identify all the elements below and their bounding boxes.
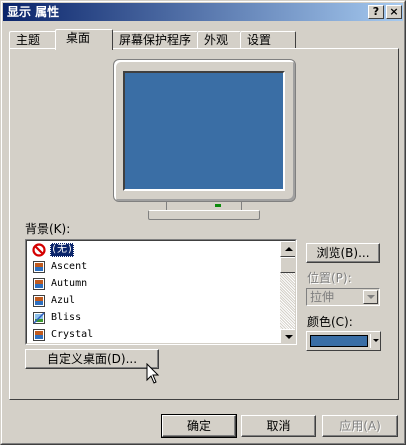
help-button[interactable]: ? [368,5,384,19]
image-file-icon [33,261,45,273]
list-item-label: Bliss [51,312,82,323]
background-label: 背景(K): [25,222,71,236]
position-dropdown-button[interactable] [363,290,378,304]
color-picker-button[interactable] [306,331,381,351]
title-bar[interactable]: 显示 属性 ? × [3,3,403,21]
apply-button[interactable]: 应用(A) [322,415,398,437]
image-file-icon [33,295,45,307]
no-symbol-icon [32,243,46,257]
background-listbox[interactable]: (无) Ascent Autumn Azul Bliss Crystal [25,239,297,345]
mouse-cursor-icon [146,363,160,384]
browse-button[interactable]: 浏览(B)... [306,243,380,263]
chevron-down-icon [367,295,375,299]
window-title: 显示 属性 [7,5,60,19]
cancel-button[interactable]: 取消 [241,415,316,437]
background-list-viewport: (无) Ascent Autumn Azul Bliss Crystal [26,240,296,344]
scroll-up-button[interactable] [280,241,295,257]
position-select-value: 拉伸 [310,290,335,304]
tab-appearance[interactable]: 外观 [197,31,241,49]
desktop-preview-monitor [113,59,296,222]
ok-button[interactable]: 确定 [161,414,237,438]
tab-desktop[interactable]: 桌面 [55,29,113,50]
list-item-label: Ascent [51,261,88,272]
list-item-crystal[interactable]: Crystal [29,327,277,343]
scroll-down-button[interactable] [280,329,295,343]
customize-desktop-button[interactable]: 自定义桌面(D)... [25,349,159,369]
position-select[interactable]: 拉伸 [306,288,380,306]
list-item-bliss[interactable]: Bliss [29,310,277,326]
list-item-none[interactable]: (无) [29,242,277,258]
tab-settings[interactable]: 设置 [240,31,296,49]
image-file-icon [33,329,45,341]
chevron-down-icon [373,339,379,342]
list-item-label: Autumn [51,278,88,289]
list-item-ascent[interactable]: Ascent [29,259,277,275]
arrow-up-icon [285,247,293,251]
monitor-neck [166,202,242,210]
tab-screensaver[interactable]: 屏幕保护程序 [112,31,198,49]
monitor-base [148,210,260,220]
list-item-label: Azul [51,295,76,306]
list-item-autumn[interactable]: Autumn [29,276,277,292]
color-button-separator [370,334,371,348]
list-item-label: Crystal [51,329,94,340]
power-led-icon [215,204,221,207]
scroll-thumb[interactable] [280,257,295,273]
image-file-icon [33,278,45,290]
background-list-scrollbar[interactable] [280,241,295,343]
position-label: 位置(P): [307,271,352,285]
monitor-screen-preview [123,71,285,191]
close-button[interactable]: × [386,5,402,19]
tab-themes[interactable]: 主题 [9,31,58,49]
color-swatch [310,335,368,347]
display-properties-window: 显示 属性 ? × 主题 桌面 屏幕保护程序 外观 设置 背景(K): (无) [0,0,406,445]
image-file-icon [33,312,45,324]
list-item-azul[interactable]: Azul [29,293,277,309]
list-item-label: (无) [50,243,75,257]
arrow-down-icon [285,335,293,339]
color-label: 颜色(C): [307,315,353,329]
